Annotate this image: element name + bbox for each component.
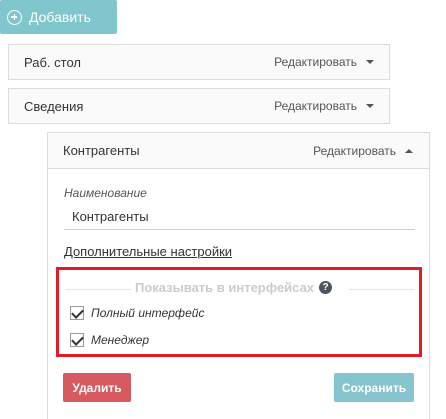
option-label: Полный интерфейс bbox=[91, 306, 205, 320]
edit-panel: Контрагенты Редактировать Наименование Д… bbox=[47, 132, 430, 419]
plus-circle-icon bbox=[7, 9, 22, 25]
edit-label: Редактировать bbox=[274, 99, 357, 113]
edit-dropdown[interactable]: Редактировать bbox=[313, 144, 413, 158]
panel-title: Контрагенты bbox=[63, 143, 140, 158]
caret-down-icon bbox=[366, 104, 374, 108]
delete-button[interactable]: Удалить bbox=[63, 373, 131, 402]
name-field-label: Наименование bbox=[64, 186, 147, 200]
show-in-interfaces-section: Показывать в интерфейсах ? Полный интерф… bbox=[56, 267, 422, 357]
name-input[interactable] bbox=[64, 204, 415, 230]
divider bbox=[65, 289, 131, 290]
list-item-label: Сведения bbox=[24, 98, 84, 114]
edit-label: Редактировать bbox=[274, 55, 357, 69]
edit-dropdown[interactable]: Редактировать bbox=[274, 55, 374, 69]
list-item-desktop[interactable]: Раб. стол Редактировать bbox=[8, 44, 390, 80]
advanced-settings-link[interactable]: Дополнительные настройки bbox=[64, 244, 232, 259]
question-circle-icon[interactable]: ? bbox=[319, 281, 333, 294]
caret-up-icon bbox=[405, 148, 413, 153]
panel-header[interactable]: Контрагенты Редактировать bbox=[48, 133, 429, 169]
checkbox-full-interface[interactable] bbox=[70, 306, 84, 320]
list-item-info[interactable]: Сведения Редактировать bbox=[8, 88, 390, 124]
checkbox-manager[interactable] bbox=[70, 333, 84, 347]
list-item-label: Раб. стол bbox=[24, 54, 81, 70]
save-button[interactable]: Сохранить bbox=[334, 373, 414, 402]
add-button-label: Добавить bbox=[29, 9, 91, 25]
add-button[interactable]: Добавить bbox=[0, 0, 117, 34]
section-title: Показывать в интерфейсах ? bbox=[135, 280, 333, 295]
section-title-text: Показывать в интерфейсах bbox=[135, 280, 315, 295]
caret-down-icon bbox=[366, 60, 374, 64]
edit-dropdown[interactable]: Редактировать bbox=[274, 99, 374, 113]
option-manager[interactable]: Менеджер bbox=[70, 333, 149, 347]
divider bbox=[349, 289, 415, 290]
edit-label: Редактировать bbox=[313, 143, 396, 158]
option-label: Менеджер bbox=[91, 333, 150, 347]
option-full-interface[interactable]: Полный интерфейс bbox=[70, 306, 204, 320]
